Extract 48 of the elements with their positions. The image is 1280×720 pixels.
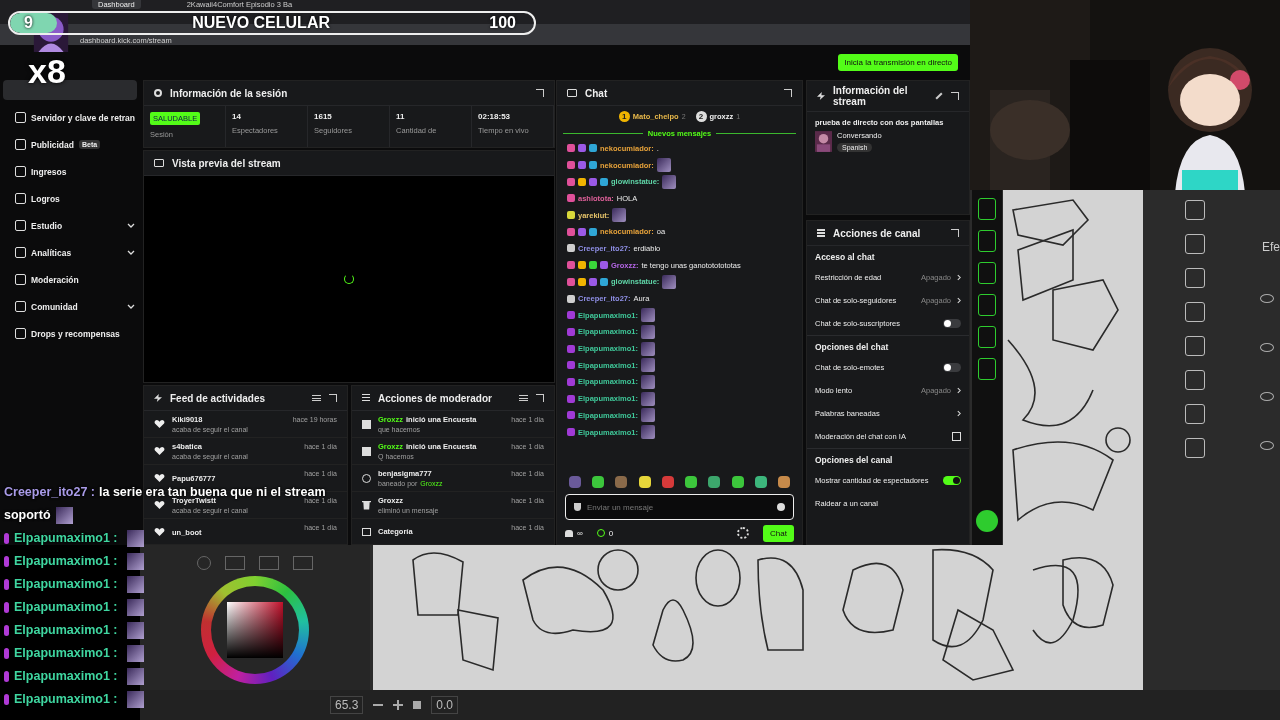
stat-value: 14 [232, 112, 241, 121]
viewer-count: ∞ [577, 528, 583, 538]
panel-title: Información del stream [833, 85, 909, 107]
chat-username: Elpapumaximo1 : [14, 577, 118, 591]
side-label: Efe [1262, 240, 1280, 254]
chat-username: Elpapumaximo1 : [14, 600, 118, 614]
chat-username: Elpapumaximo1 : [14, 669, 118, 683]
nav-item[interactable]: Comunidad [3, 297, 137, 316]
nav-item[interactable]: Logros [3, 189, 137, 208]
panel-title: Vista previa del stream [172, 157, 282, 169]
panel-title: Acciones de moderador [378, 392, 493, 404]
nav-item[interactable]: Drops y recompensas [3, 324, 137, 343]
nav-item[interactable]: Ingresos [3, 162, 137, 181]
section-title: Acceso al chat [815, 251, 876, 264]
rank-badge: 1 [618, 110, 630, 122]
chat-username: Elpapumaximo1 : [14, 554, 118, 568]
section-title: Opciones del canal [815, 454, 894, 467]
multiplier-label: x8 [28, 52, 66, 91]
stat-value: 1615 [314, 112, 332, 121]
points-count: 0 [608, 528, 614, 538]
panel-title: Feed de actividades [170, 392, 267, 404]
panel-title: Chat [585, 87, 609, 99]
goal-target: 100 [489, 15, 516, 31]
chat-message: soportó [4, 508, 51, 522]
goal-count: 9 [24, 15, 33, 31]
chat-username: Elpapumaximo1 : [14, 692, 118, 706]
stat-value: 02:18:53 [478, 112, 511, 121]
panel-title: Acciones de canal [833, 227, 922, 239]
chat-username: Elpapumaximo1 : [14, 646, 118, 660]
message-box[interactable]: Enviar un mensaje [565, 494, 794, 520]
zoom-value[interactable]: 65.3 [330, 696, 364, 714]
nav-item[interactable]: Servidor y clave de retran [3, 108, 137, 127]
chat-message: la serie era tan buena que ni el stream [99, 485, 326, 499]
stat-value: 11 [396, 112, 405, 121]
rank-badge: 2 [695, 110, 707, 122]
goal-title: NUEVO CELULAR [192, 15, 330, 31]
go-live-button[interactable]: Inicia la transmisión en directo [838, 54, 958, 71]
section-title: Opciones del chat [815, 341, 890, 354]
rotation-value[interactable]: 0.0 [431, 696, 459, 714]
nav-item[interactable]: Moderación [3, 270, 137, 289]
chat-username: Elpapumaximo1 : [14, 623, 118, 637]
nav-item[interactable]: Estudio [3, 216, 137, 235]
nav-item[interactable]: Analíticas [3, 243, 137, 262]
message-field[interactable]: Enviar un mensaje [587, 502, 771, 512]
panel-title: Información de la sesión [170, 87, 289, 99]
chat-username: Creeper_ito27 : [4, 485, 95, 499]
chat-username: Elpapumaximo1 : [14, 531, 118, 545]
send-button[interactable]: Chat [763, 524, 794, 542]
